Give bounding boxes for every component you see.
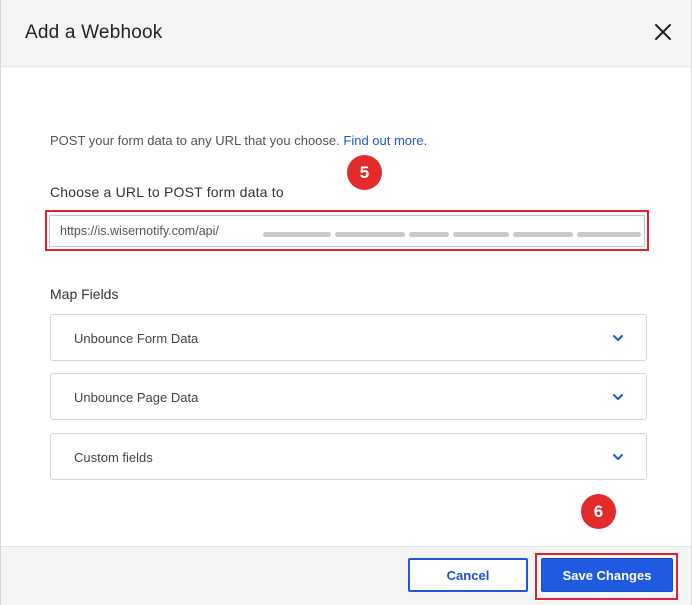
close-button[interactable] (651, 20, 675, 44)
close-icon (655, 24, 671, 40)
step-6-badge: 6 (581, 494, 616, 529)
accordion-label: Unbounce Page Data (74, 390, 199, 405)
webhook-dialog: Add a Webhook POST your form data to any… (0, 0, 692, 605)
map-fields-label: Map Fields (50, 286, 119, 302)
chevron-down-icon (612, 392, 624, 402)
save-changes-button[interactable]: Save Changes (541, 558, 673, 592)
url-redacted-portion (263, 224, 645, 238)
accordion-label: Unbounce Form Data (74, 331, 199, 346)
accordion-custom-fields[interactable]: Custom fields (50, 433, 647, 480)
intro-text: POST your form data to any URL that you … (50, 133, 427, 148)
webhook-url-value: https://is.wisernotify.com/api/ (60, 224, 219, 238)
accordion-unbounce-form-data[interactable]: Unbounce Form Data (50, 314, 647, 361)
cancel-button[interactable]: Cancel (408, 558, 528, 592)
accordion-unbounce-page-data[interactable]: Unbounce Page Data (50, 373, 647, 420)
dialog-title: Add a Webhook (25, 22, 163, 43)
url-field-label: Choose a URL to POST form data to (50, 184, 284, 200)
step-5-badge: 5 (347, 155, 382, 190)
dialog-header: Add a Webhook (1, 0, 691, 67)
accordion-label: Custom fields (74, 450, 153, 465)
chevron-down-icon (612, 333, 624, 343)
chevron-down-icon (612, 452, 624, 462)
find-out-more-link[interactable]: Find out more. (343, 133, 427, 148)
intro-description: POST your form data to any URL that you … (50, 133, 340, 148)
